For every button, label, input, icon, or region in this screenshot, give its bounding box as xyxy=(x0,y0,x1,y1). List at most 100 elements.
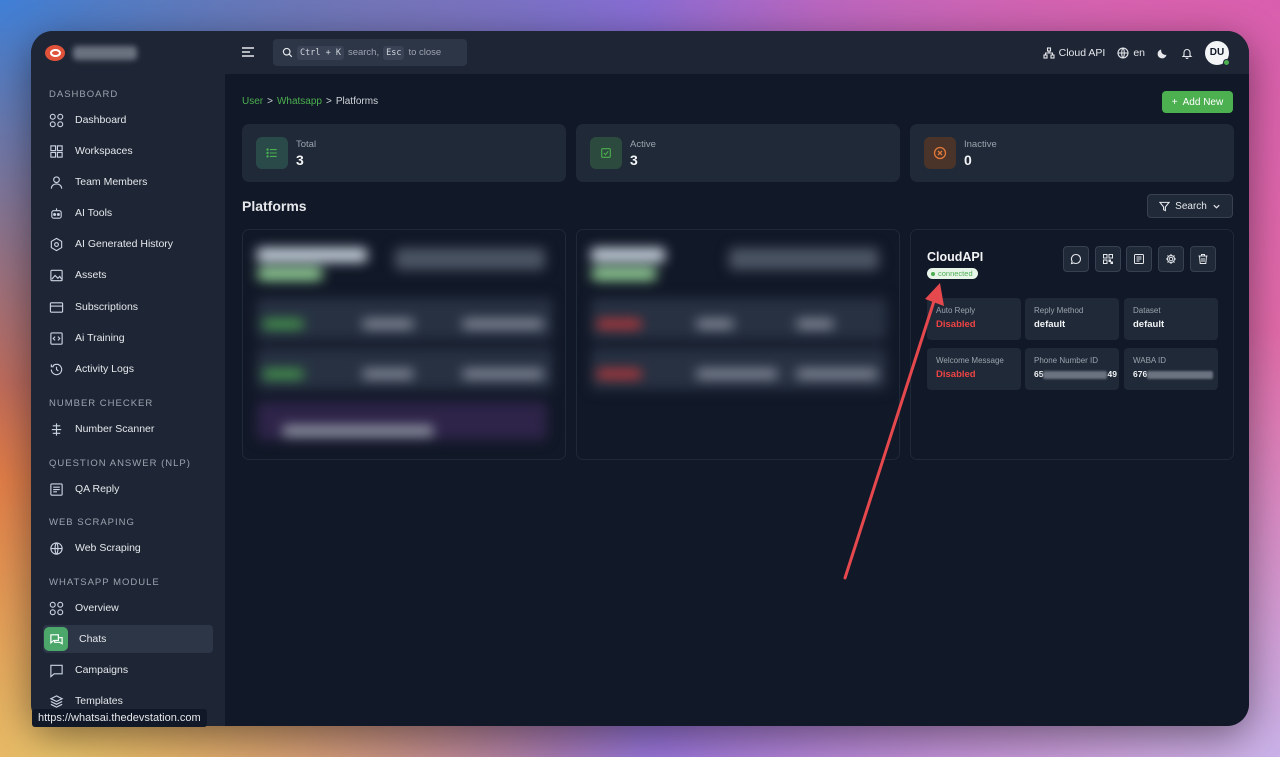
logo-name-redacted xyxy=(73,46,137,60)
cell-value: Disabled xyxy=(936,369,976,380)
cell-label: Auto Reply xyxy=(936,306,976,315)
section-title-number-checker: NUMBER CHECKER xyxy=(49,398,154,409)
sidebar-item-label: Templates xyxy=(75,695,123,707)
check-square-icon xyxy=(590,137,622,169)
sidebar-item-chats[interactable]: Chats xyxy=(43,625,213,653)
sidebar-item-label: Assets xyxy=(75,269,107,281)
breadcrumb-whatsapp[interactable]: Whatsapp xyxy=(277,96,322,107)
theme-toggle[interactable] xyxy=(1157,47,1169,59)
message-circle-icon xyxy=(1070,253,1082,265)
globe-icon xyxy=(1117,46,1129,59)
chat-action-button[interactable] xyxy=(1063,246,1089,272)
sidebar-item-ai-training[interactable]: Ai Training xyxy=(43,324,213,352)
network-icon xyxy=(1043,46,1055,59)
sidebar-item-label: Number Scanner xyxy=(75,423,155,435)
cloud-api-label: Cloud API xyxy=(1058,46,1106,59)
breadcrumb: User > Whatsapp > Platforms xyxy=(242,96,378,107)
app-logo[interactable] xyxy=(43,43,137,63)
avatar[interactable]: DU xyxy=(1205,40,1230,66)
grid-circles-icon xyxy=(49,113,64,128)
notifications-button[interactable] xyxy=(1181,47,1193,59)
sidebar-item-ai-tools[interactable]: AI Tools xyxy=(43,199,213,227)
waba-id-cell: WABA ID 676 xyxy=(1124,348,1218,390)
welcome-message-cell: Welcome Message Disabled xyxy=(927,348,1021,390)
sidebar-item-team-members[interactable]: Team Members xyxy=(43,168,213,196)
sidebar-item-number-scanner[interactable]: Number Scanner xyxy=(43,415,213,443)
bell-icon xyxy=(1181,48,1193,59)
sidebar-item-subscriptions[interactable]: Subscriptions xyxy=(43,293,213,321)
add-new-button[interactable]: + Add New xyxy=(1162,91,1233,113)
topbar: Ctrl + K search, Esc to close Cloud API … xyxy=(225,31,1249,74)
user-icon xyxy=(49,175,64,190)
breadcrumb-user[interactable]: User xyxy=(242,96,263,107)
robot-icon xyxy=(49,206,64,221)
platform-name: CloudAPI xyxy=(927,250,984,264)
sidebar-item-label: Team Members xyxy=(75,176,148,188)
sidebar-item-web-scraping[interactable]: Web Scraping xyxy=(43,534,213,562)
language-switcher[interactable]: en xyxy=(1117,47,1145,59)
sidebar-item-label: AI Tools xyxy=(75,207,113,219)
sidebar-item-overview[interactable]: Overview xyxy=(43,594,213,622)
add-new-label: Add New xyxy=(1182,96,1224,108)
globe-icon xyxy=(49,541,64,556)
logo-icon xyxy=(43,43,67,63)
sidebar-item-dashboard[interactable]: Dashboard xyxy=(43,106,213,134)
phone-suffix: 49 xyxy=(1107,369,1117,379)
sidebar-item-ai-generated-history[interactable]: AI Generated History xyxy=(43,230,213,258)
message-box-icon xyxy=(1134,254,1144,264)
sidebar-item-qa-reply[interactable]: QA Reply xyxy=(43,475,213,503)
sidebar-item-campaigns[interactable]: Campaigns xyxy=(43,656,213,684)
app-window: DASHBOARD Dashboard Workspaces Team Memb… xyxy=(31,31,1249,726)
dataset-cell: Dataset default xyxy=(1124,298,1218,340)
filter-search-button[interactable]: Search xyxy=(1147,194,1233,218)
redacted-content xyxy=(243,230,565,459)
link-status-url: https://whatsai.thedevstation.com xyxy=(32,709,207,727)
global-search[interactable]: Ctrl + K search, Esc to close xyxy=(273,39,467,66)
breadcrumb-separator: > xyxy=(326,96,332,107)
cell-value: default xyxy=(1133,319,1165,330)
platform-card-cloudapi[interactable]: CloudAPI connected Auto Reply Disabled R… xyxy=(910,229,1234,460)
search-hint-text: search, xyxy=(347,47,380,58)
settings-button[interactable] xyxy=(1158,246,1184,272)
sidebar-item-label: Subscriptions xyxy=(75,301,139,313)
shortcut-kbd: Ctrl + K xyxy=(297,45,344,60)
status-badge: connected xyxy=(927,268,978,279)
layers-icon xyxy=(49,694,64,709)
sidebar-item-activity-logs[interactable]: Activity Logs xyxy=(43,355,213,383)
chat-icon xyxy=(44,627,68,651)
stat-value: 0 xyxy=(964,152,972,168)
platform-card-redacted-2[interactable] xyxy=(576,229,900,460)
platforms-title: Platforms xyxy=(242,198,307,214)
sidebar-item-assets[interactable]: Assets xyxy=(43,261,213,289)
cell-label: Reply Method xyxy=(1034,306,1084,315)
search-button-label: Search xyxy=(1175,200,1207,212)
delete-button[interactable] xyxy=(1190,246,1216,272)
language-label: en xyxy=(1133,46,1145,59)
phone-prefix: 65 xyxy=(1034,369,1044,379)
trash-icon xyxy=(1198,254,1208,264)
stat-value: 3 xyxy=(296,152,304,168)
sidebar-item-label: Dashboard xyxy=(75,114,127,126)
platform-card-redacted-1[interactable] xyxy=(242,229,566,460)
waba-prefix: 676 xyxy=(1133,369,1148,379)
cloud-api-link[interactable]: Cloud API xyxy=(1043,46,1106,59)
cell-label: Dataset xyxy=(1133,306,1161,315)
cell-label: WABA ID xyxy=(1133,356,1167,365)
stat-value: 3 xyxy=(630,152,638,168)
avatar-initials: DU xyxy=(1209,47,1225,58)
message-box-icon xyxy=(49,482,64,497)
sidebar-item-workspaces[interactable]: Workspaces xyxy=(43,137,213,165)
sidebar-item-label: Campaigns xyxy=(75,664,129,676)
breadcrumb-separator: > xyxy=(267,96,273,107)
auto-reply-cell: Auto Reply Disabled xyxy=(927,298,1021,340)
sidebar-item-label: QA Reply xyxy=(75,483,120,495)
gear-icon xyxy=(1166,254,1176,264)
sidebar: DASHBOARD Dashboard Workspaces Team Memb… xyxy=(31,31,225,726)
sidebar-item-label: AI Generated History xyxy=(75,238,174,250)
qr-code-button[interactable] xyxy=(1095,246,1121,272)
redacted-content xyxy=(577,230,899,459)
menu-toggle-icon[interactable] xyxy=(241,45,255,59)
escape-kbd: Esc xyxy=(383,45,405,60)
search-icon xyxy=(282,47,293,58)
logs-button[interactable] xyxy=(1126,246,1152,272)
